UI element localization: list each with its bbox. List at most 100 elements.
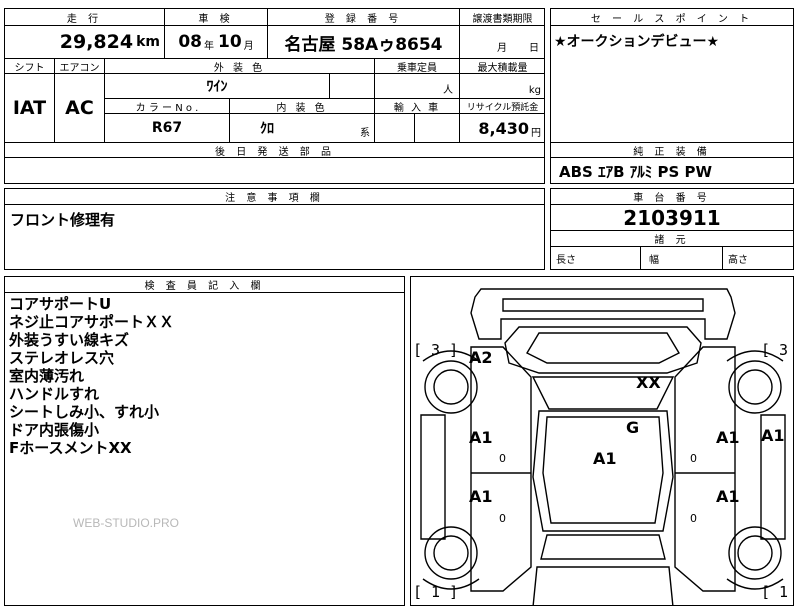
top-info-table: 走 行 車 検 登 録 番 号 譲渡書類期限 29,824 km 08 年 10… (4, 8, 545, 59)
damage-mark: A1 (593, 449, 617, 468)
import-header: 輸 入 車 (375, 99, 460, 114)
capacity-header: 乗車定員 (375, 59, 460, 74)
damage-mark: A1 (761, 426, 785, 445)
list-item: ハンドルすれ (9, 385, 100, 403)
zero-mark: 0 (690, 452, 697, 465)
list-item: ドア内張傷小 (9, 421, 100, 439)
notes-header: 注 意 事 項 欄 (5, 189, 544, 205)
mileage-cell: 29,824 km (5, 26, 165, 59)
capacity-unit: 人 (443, 85, 453, 96)
equipment-text: ABS ｴｱB ｱﾙﾐ PS PW (559, 163, 713, 181)
interior-suffix: 系 (360, 127, 370, 139)
registration-value: 名古屋 58Aゥ8654 (284, 34, 443, 55)
list-item: ネジ止コアサポートＸＸ (9, 313, 175, 331)
interior-cell: ｸﾛ 系 (230, 114, 375, 143)
height-label: 高さ (728, 255, 748, 266)
ac-header: エアコン (55, 59, 105, 74)
inspection-month-unit: 月 (243, 40, 254, 52)
transfer-header: 譲渡書類期限 (460, 9, 545, 26)
wheel-rear-left (424, 526, 478, 580)
notes-text: フロント修理有 (10, 211, 116, 229)
load-unit: kg (528, 85, 541, 96)
inspector-list: コアサポートU ネジ止コアサポートＸＸ 外装うすい線キズ ステレオレス穴 室内薄… (9, 295, 174, 457)
recycle-cell: 8,430 円 (460, 114, 545, 143)
bracket-bottom-right: [ 1 (761, 583, 789, 601)
width-cell: 幅 (641, 247, 723, 270)
registration-header: 登 録 番 号 (268, 9, 460, 26)
front-bumper (470, 288, 736, 340)
chassis-box: 車 台 番 号 2103911 諸 元 長さ 幅 高さ (550, 188, 794, 270)
zero-mark: 0 (690, 512, 697, 525)
zero-mark: 0 (499, 452, 506, 465)
width-label: 幅 (649, 255, 659, 266)
interior-header: 内 装 色 (230, 99, 375, 114)
mileage-value: 29,824 (59, 31, 134, 53)
equipment-header: 純 正 装 備 (551, 142, 793, 158)
shift-value: IAT (5, 74, 55, 143)
later-parts-header: 後 日 発 送 部 品 (215, 147, 335, 158)
inspection-year-unit: 年 (204, 40, 214, 52)
load-header: 最大積載量 (460, 59, 545, 74)
notes-box: 注 意 事 項 欄 フロント修理有 (4, 188, 545, 270)
roof-outline (532, 410, 674, 532)
color-no-value: R67 (151, 120, 183, 136)
damage-mark: A2 (469, 348, 493, 367)
length-cell: 長さ (551, 247, 641, 270)
rear-window (540, 534, 666, 560)
wheel-front-left-inner (433, 369, 469, 405)
left-skirt (420, 414, 446, 540)
list-item: シートしみ小、すれ小 (9, 403, 160, 421)
hood-panel (526, 332, 680, 364)
mileage-header: 走 行 (5, 9, 165, 26)
mileage-unit: km (136, 34, 160, 50)
left-side (470, 346, 532, 592)
car-diagram-box: [ 3 ] [ 3 [ 1 ] [ 1 A2 XX G A1 A1 A1 A1 … (410, 276, 794, 606)
roof (542, 416, 664, 524)
wheel-front-right-inner (737, 369, 773, 405)
inspection-header: 車 検 (165, 9, 268, 26)
interior-value: ｸﾛ (260, 121, 274, 137)
length-label: 長さ (556, 255, 576, 266)
front-bumper-inner (502, 298, 704, 312)
exterior-value: ﾜｲﾝ (206, 79, 228, 95)
chassis-header: 車 台 番 号 (551, 189, 793, 205)
exterior-extra-cell (330, 74, 375, 99)
wheel-rear-left-inner (433, 535, 469, 571)
list-item: ステレオレス穴 (9, 349, 115, 367)
wheel-rear-right-inner (737, 535, 773, 571)
sales-point-text: ★オークションデビュー★ (554, 34, 720, 50)
height-cell: 高さ (723, 247, 793, 270)
list-item: 室内薄汚れ (9, 367, 85, 385)
sales-point-box: セ ー ル ス ポ イ ン ト ★オークションデビュー★ 純 正 装 備 ABS… (550, 8, 794, 184)
sales-point-header: セ ー ル ス ポ イ ン ト (551, 9, 793, 26)
bracket-top-right: [ 3 (761, 341, 789, 359)
list-item: 外装うすい線キズ (9, 331, 130, 349)
trunk (532, 566, 674, 605)
damage-mark: A1 (469, 428, 493, 447)
transfer-day: 日 (529, 43, 539, 54)
zero-mark: 0 (499, 512, 506, 525)
damage-mark: A1 (469, 487, 493, 506)
exterior-value-cell: ﾜｲﾝ (105, 74, 330, 99)
list-item: コアサポートU (9, 295, 112, 313)
capacity-cell: 人 (375, 74, 460, 99)
dims-header: 諸 元 (551, 231, 793, 247)
hood (504, 326, 702, 374)
import-cell-1 (375, 114, 415, 143)
wheel-front-left (424, 360, 478, 414)
list-item: FホースメントXX (9, 439, 132, 457)
inspector-box: 検 査 員 記 入 欄 コアサポートU ネジ止コアサポートＸＸ 外装うすい線キズ… (4, 276, 405, 606)
bracket-top-left: [ 3 ] (413, 341, 459, 359)
chassis-value-cell: 2103911 (551, 205, 793, 231)
exterior-header: 外 装 色 (105, 59, 375, 74)
specs-table: シフト エアコン 外 装 色 乗車定員 最大積載量 IAT AC ﾜｲﾝ 人 k… (4, 58, 545, 158)
inspection-year: 08 (178, 32, 202, 52)
transfer-month: 月 (497, 43, 507, 54)
load-cell: kg (460, 74, 545, 99)
damage-mark: XX (636, 373, 661, 392)
watermark: WEB-STUDIO.PRO (73, 516, 180, 530)
chassis-value: 2103911 (623, 205, 721, 230)
color-no-cell: R67 (105, 114, 230, 143)
later-parts-cell (4, 157, 545, 184)
wheel-front-right (728, 360, 782, 414)
